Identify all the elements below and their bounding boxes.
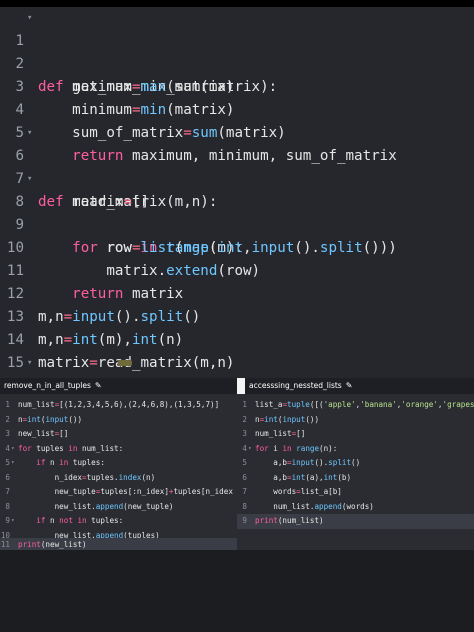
code-line[interactable]: 1 num_list=[(1,2,3,4,5,6),(2,4,6,8),(1,3,… bbox=[0, 398, 237, 413]
pencil-icon[interactable]: ✎ bbox=[346, 381, 353, 390]
code-line[interactable]: 8 num_list.append(words) bbox=[237, 500, 474, 515]
code-line[interactable]: 7 words=list_a[b] bbox=[237, 485, 474, 500]
code-line[interactable]: 8 ▾ for row in range(m): bbox=[0, 168, 474, 256]
code-line[interactable]: 6 a,b=int(a),int(b) bbox=[237, 471, 474, 486]
code-line[interactable]: 14 matrix=read_matrix(m,n) bbox=[0, 306, 474, 371]
code-line[interactable]: 1 list_a=tuple([('apple','banana','orange… bbox=[237, 398, 474, 413]
code-line[interactable]: 5 return maximum, minimum, sum_of_matrix bbox=[0, 99, 474, 164]
bottom-panels: remove_n_in_all_tuples ✎ 1 num_list=[(1,2,… bbox=[0, 378, 474, 632]
tab-remove-n-in-all-tuples[interactable]: remove_n_in_all_tuples ✎ bbox=[0, 378, 237, 394]
tab-title: accesssing_nessted_lists bbox=[249, 381, 342, 390]
code-line[interactable]: 4 sum_of_matrix=sum(matrix) bbox=[0, 76, 474, 141]
chevron-down-icon[interactable]: ▾ bbox=[27, 168, 32, 191]
code-line[interactable]: 11 return matrix bbox=[0, 237, 474, 302]
top-bar bbox=[0, 0, 474, 7]
code-line[interactable]: 15 max_min_sum=get_max_min_sum(matrix) bbox=[0, 329, 474, 371]
left-code-pane[interactable]: 1 num_list=[(1,2,3,4,5,6),(2,4,6,8),(1,3,… bbox=[0, 394, 237, 550]
chevron-down-icon[interactable]: ▾ bbox=[27, 352, 32, 375]
pencil-icon[interactable]: ✎ bbox=[95, 381, 102, 390]
code-line[interactable]: 7 matrix=[] bbox=[0, 145, 474, 210]
code-line[interactable]: 9 row=list(map(int,input().split())) bbox=[0, 191, 474, 256]
code-line[interactable]: 9 ▾ if n not in tuples: bbox=[0, 514, 237, 529]
code-line[interactable]: 6 ▾ def read_matrix(m,n): bbox=[0, 122, 474, 210]
active-code-line[interactable]: 9 print(num_list) bbox=[237, 514, 474, 529]
code-line[interactable]: 13 m,n=int(m),int(n) bbox=[0, 283, 474, 348]
tab-title: remove_n_in_all_tuples bbox=[4, 381, 91, 390]
left-pane-empty bbox=[0, 550, 237, 632]
code-line[interactable]: 3 minimum=min(matrix) bbox=[0, 53, 474, 118]
code-line[interactable]: 3 num_list=[] bbox=[237, 427, 474, 442]
code-line[interactable]: 7 new_tuple=tuples[:n_idex]+tuples[n_ide… bbox=[0, 485, 237, 500]
code-line[interactable]: 2 maximum=max(matrix) bbox=[0, 30, 474, 95]
code-line[interactable]: 2 n=int(input()) bbox=[0, 413, 237, 428]
chevron-down-icon[interactable]: ▾ bbox=[27, 7, 32, 30]
code-line[interactable]: 3 new_list=[] bbox=[0, 427, 237, 442]
code-line[interactable]: 6 n_idex=tuples.index(n) bbox=[0, 471, 237, 486]
code-line[interactable]: 16 ▾ for i in max_min_sum: bbox=[0, 352, 474, 375]
code-line[interactable]: 5 ▾ if n in tuples: bbox=[0, 456, 237, 471]
right-code-pane[interactable]: 1 list_a=tuple([('apple','banana','orange… bbox=[237, 394, 474, 550]
code-line[interactable]: 8 new_list.append(new_tuple) bbox=[0, 500, 237, 515]
code-line[interactable]: 1 ▾ def get_max_min_sum(matrix): bbox=[0, 7, 474, 95]
code-line[interactable]: 2 n=int(input()) bbox=[237, 413, 474, 428]
code-line[interactable]: 4 ▾ for i in range(n): bbox=[237, 442, 474, 457]
code-line[interactable]: 4 ▾ for tuples in num_list: bbox=[0, 442, 237, 457]
code-line[interactable]: 5 a,b=input().split() bbox=[237, 456, 474, 471]
chevron-down-icon[interactable]: ▾ bbox=[27, 122, 32, 145]
main-code-editor[interactable]: 1 ▾ def get_max_min_sum(matrix): 2 maxim… bbox=[0, 7, 474, 378]
tab-accesssing-nessted-lists[interactable]: accesssing_nessted_lists ✎ bbox=[245, 378, 474, 394]
selection-highlight bbox=[118, 360, 132, 366]
code-line[interactable]: 10 matrix.extend(row) bbox=[0, 214, 474, 279]
right-pane-empty bbox=[237, 550, 474, 632]
code-line[interactable]: 12 m,n=input().split() bbox=[0, 260, 474, 325]
